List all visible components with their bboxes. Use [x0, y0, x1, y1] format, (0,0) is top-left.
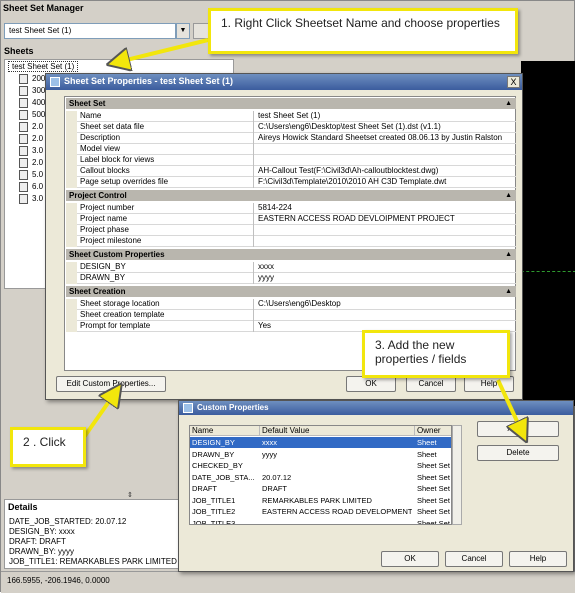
callout-arrows [80, 38, 575, 592]
callout-step2: 2 . Click [10, 427, 86, 467]
arrow-step2 [80, 393, 115, 442]
callout-step1: 1. Right Click Sheetset Name and choose … [208, 8, 518, 54]
arrow-step1 [118, 38, 209, 62]
callout-step3: 3. Add the new properties / fields [362, 330, 510, 378]
arrow-step3 [496, 379, 522, 432]
